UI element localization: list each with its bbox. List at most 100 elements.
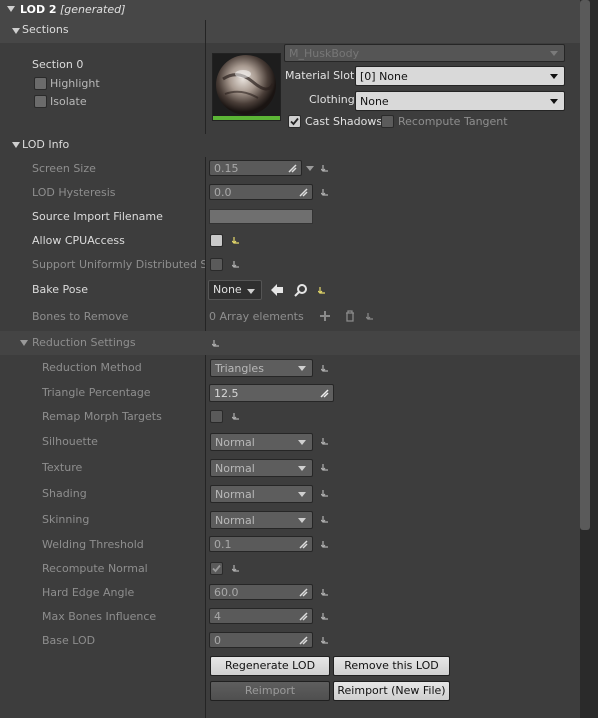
clothing-label: Clothing: [309, 93, 355, 106]
dropdown-arrow-icon: [550, 51, 558, 56]
reimport-new-file-button[interactable]: Reimport (New File): [333, 681, 450, 701]
material-slot-combo[interactable]: [0] None: [355, 66, 565, 86]
lod-hysteresis-value: 0.0: [214, 186, 232, 199]
lod-info-header[interactable]: LOD Info: [0, 134, 580, 157]
use-selected-arrow-icon[interactable]: [270, 283, 284, 297]
dropdown-arrow-icon: [298, 518, 306, 523]
remap-morph-checkbox[interactable]: [210, 410, 223, 423]
max-bones-input[interactable]: 4: [209, 608, 313, 624]
recompute-tangent-checkbox[interactable]: [381, 115, 394, 128]
cast-shadows-checkbox[interactable]: [288, 115, 301, 128]
dropdown-arrow-icon: [298, 366, 306, 371]
browse-search-icon[interactable]: [294, 283, 308, 297]
lod-header[interactable]: LOD 2 [generated]: [0, 0, 580, 20]
texture-label: Texture: [42, 461, 83, 474]
reset-icon[interactable]: [366, 312, 375, 321]
reset-icon[interactable]: [321, 463, 330, 472]
scrollbar-thumb[interactable]: [580, 0, 590, 530]
cast-shadows-label: Cast Shadows: [305, 115, 383, 128]
reset-icon[interactable]: [321, 636, 330, 645]
base-lod-value: 0: [214, 634, 221, 647]
recompute-normal-label: Recompute Normal: [42, 562, 148, 575]
recompute-normal-checkbox[interactable]: [210, 562, 223, 575]
bake-pose-combo[interactable]: None: [208, 280, 262, 300]
support-uniform-label: Support Uniformly Distributed Sam: [32, 258, 205, 271]
delete-trash-icon[interactable]: [344, 310, 356, 322]
reset-icon[interactable]: [321, 540, 330, 549]
drag-handle-icon: [288, 164, 297, 173]
welding-threshold-input[interactable]: 0.1: [209, 536, 313, 552]
texture-combo[interactable]: Normal: [210, 459, 313, 477]
welding-threshold-value: 0.1: [214, 538, 232, 551]
reset-icon[interactable]: [321, 489, 330, 498]
material-thumbnail[interactable]: [212, 53, 281, 121]
source-import-label: Source Import Filename: [32, 210, 163, 223]
hard-edge-label: Hard Edge Angle: [42, 586, 135, 599]
section0-label: Section 0: [32, 58, 84, 71]
reset-icon[interactable]: [318, 286, 327, 295]
reset-icon[interactable]: [232, 236, 241, 245]
reduction-method-value: Triangles: [215, 362, 264, 375]
screen-size-label: Screen Size: [32, 162, 96, 175]
drag-handle-icon: [299, 612, 308, 621]
recompute-tangent-label: Recompute Tangent: [398, 115, 508, 128]
remove-lod-button[interactable]: Remove this LOD: [333, 656, 450, 676]
reset-icon[interactable]: [321, 437, 330, 446]
lod-hysteresis-label: LOD Hysteresis: [32, 186, 116, 199]
skinning-combo[interactable]: Normal: [210, 511, 313, 529]
screen-size-dropdown-arrow-icon[interactable]: [306, 166, 314, 171]
reset-icon[interactable]: [321, 515, 330, 524]
reset-icon[interactable]: [232, 412, 241, 421]
hard-edge-input[interactable]: 60.0: [209, 584, 313, 600]
reduction-settings-label: Reduction Settings: [32, 336, 136, 349]
bake-pose-value: None: [213, 283, 242, 296]
collapse-arrow-icon[interactable]: [7, 6, 15, 12]
shading-combo[interactable]: Normal: [210, 485, 313, 503]
source-import-input[interactable]: [209, 209, 313, 224]
max-bones-value: 4: [214, 610, 221, 623]
collapse-arrow-icon[interactable]: [12, 28, 20, 34]
dropdown-arrow-icon: [550, 74, 558, 79]
screen-size-input[interactable]: 0.15: [209, 160, 302, 176]
collapse-arrow-icon[interactable]: [20, 340, 28, 346]
silhouette-label: Silhouette: [42, 435, 98, 448]
isolate-checkbox[interactable]: [34, 95, 47, 108]
sections-header[interactable]: Sections: [0, 20, 580, 43]
reduction-settings-header[interactable]: Reduction Settings: [0, 331, 580, 355]
drag-handle-icon: [299, 636, 308, 645]
add-element-icon[interactable]: [319, 310, 331, 322]
reset-icon[interactable]: [321, 164, 330, 173]
dropdown-arrow-icon: [247, 289, 255, 294]
reimport-button[interactable]: Reimport: [210, 681, 330, 701]
highlight-label: Highlight: [50, 77, 100, 90]
collapse-arrow-icon[interactable]: [12, 142, 20, 148]
reset-icon[interactable]: [212, 339, 221, 348]
bones-value: 0 Array elements: [209, 310, 304, 323]
triangle-percentage-input[interactable]: 12.5: [209, 384, 334, 402]
material-name: M_HuskBody: [289, 47, 360, 60]
base-lod-input[interactable]: 0: [209, 632, 313, 648]
reduction-method-combo[interactable]: Triangles: [210, 359, 313, 377]
reset-icon[interactable]: [321, 612, 330, 621]
clothing-combo[interactable]: None: [355, 91, 565, 111]
regenerate-lod-button[interactable]: Regenerate LOD: [210, 656, 330, 676]
silhouette-value: Normal: [215, 436, 255, 449]
texture-value: Normal: [215, 462, 255, 475]
shading-value: Normal: [215, 488, 255, 501]
allow-cpu-checkbox[interactable]: [210, 234, 223, 247]
support-uniform-checkbox[interactable]: [210, 258, 223, 271]
reset-icon[interactable]: [321, 364, 330, 373]
reset-icon[interactable]: [232, 260, 241, 269]
highlight-checkbox[interactable]: [34, 77, 47, 90]
reset-icon[interactable]: [232, 564, 241, 573]
reset-icon[interactable]: [321, 188, 330, 197]
drag-handle-icon: [320, 389, 329, 398]
lod-tag: [generated]: [60, 3, 126, 16]
drag-handle-icon: [299, 540, 308, 549]
hard-edge-value: 60.0: [214, 586, 239, 599]
material-name-combo[interactable]: M_HuskBody: [284, 44, 565, 62]
reset-icon[interactable]: [321, 588, 330, 597]
max-bones-label: Max Bones Influence: [42, 610, 157, 623]
lod-hysteresis-input[interactable]: 0.0: [209, 184, 313, 200]
silhouette-combo[interactable]: Normal: [210, 433, 313, 451]
